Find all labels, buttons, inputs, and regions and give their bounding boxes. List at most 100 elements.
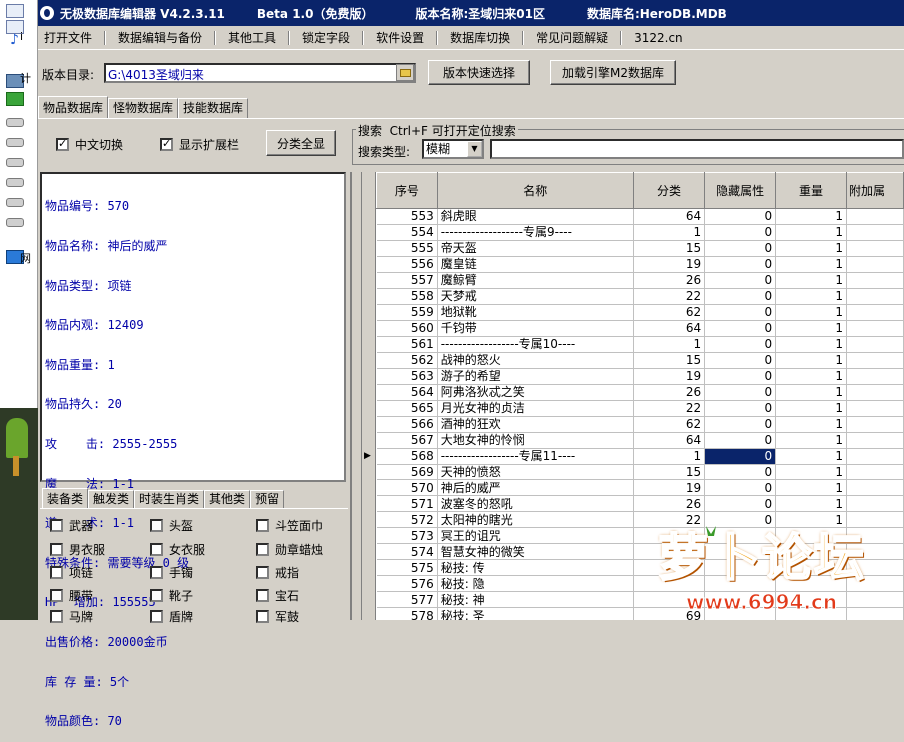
grid-scrollbar[interactable] xyxy=(352,172,362,620)
cell-weight[interactable]: 1 xyxy=(775,384,847,401)
cell-weight[interactable]: 1 xyxy=(775,416,847,433)
cell-id[interactable]: 555 xyxy=(376,240,438,257)
menu-website[interactable]: 3122.cn xyxy=(630,28,687,48)
tab-skill-database[interactable]: 技能数据库 xyxy=(178,98,249,118)
cell-weight[interactable]: 1 xyxy=(775,400,847,417)
cell-weight[interactable]: 1 xyxy=(775,288,847,305)
network-icon[interactable] xyxy=(6,92,24,106)
cell-class[interactable]: 1 xyxy=(633,448,706,465)
cell-hidden-attr[interactable]: 0 xyxy=(704,224,777,241)
tab-other[interactable]: 其他类 xyxy=(204,490,251,508)
cell-class[interactable]: 19 xyxy=(633,368,706,385)
cell-weight[interactable]: 1 xyxy=(775,448,847,465)
cell-class[interactable]: 64 xyxy=(633,320,706,337)
category-shield[interactable]: 盾牌 xyxy=(150,608,193,625)
cell-class[interactable]: 64 xyxy=(633,432,706,449)
cell-class[interactable]: 1 xyxy=(633,224,706,241)
cell-extra-attr[interactable] xyxy=(846,432,904,449)
cell-id[interactable]: 573 xyxy=(376,527,438,545)
cell-name[interactable]: 神后的威严 xyxy=(437,479,634,497)
cell-extra-attr[interactable] xyxy=(846,272,904,289)
cell-hidden-attr[interactable]: 0 xyxy=(704,448,777,465)
cell-weight[interactable]: 1 xyxy=(775,272,847,289)
cell-name[interactable]: 斜虎眼 xyxy=(437,208,634,225)
category-war-drum[interactable]: 军鼓 xyxy=(256,608,299,625)
category-checkbox[interactable] xyxy=(150,566,163,579)
table-row[interactable]: 569 天神的愤怒 15 0 1 xyxy=(376,464,904,481)
category-female-clothes[interactable]: 女衣服 xyxy=(150,541,205,558)
column-header-name[interactable]: 名称 xyxy=(436,172,634,209)
cell-extra-attr[interactable] xyxy=(846,384,904,401)
cell-extra-attr[interactable] xyxy=(846,448,904,465)
cell-extra-attr[interactable] xyxy=(846,464,904,481)
cell-name[interactable]: 秘技: 隐 xyxy=(437,575,634,593)
category-ring[interactable]: 戒指 xyxy=(256,564,299,581)
cell-hidden-attr[interactable]: 0 xyxy=(704,240,777,257)
table-row[interactable]: 570 神后的威严 19 0 1 xyxy=(376,479,904,497)
column-header-hidden-attr[interactable]: 隐藏属性 xyxy=(704,172,777,209)
cell-hidden-attr[interactable]: 0 xyxy=(704,208,777,225)
cell-id[interactable]: 559 xyxy=(376,304,438,321)
category-bracelet[interactable]: 手镯 xyxy=(150,564,193,581)
cell-weight[interactable]: 1 xyxy=(775,256,847,273)
cell-extra-attr[interactable] xyxy=(846,240,904,257)
category-checkbox[interactable] xyxy=(150,519,163,532)
cell-name[interactable]: 秘技: 传 xyxy=(437,559,634,577)
cell-id[interactable]: 570 xyxy=(376,479,438,497)
cell-id[interactable]: 575 xyxy=(376,559,438,577)
cell-id[interactable]: 560 xyxy=(376,320,438,337)
cell-hidden-attr[interactable]: 0 xyxy=(704,272,777,289)
cell-id[interactable]: 563 xyxy=(376,368,438,385)
cell-extra-attr[interactable] xyxy=(846,304,904,321)
table-row[interactable]: 564 阿弗洛狄忒之笑 26 0 1 xyxy=(376,384,904,401)
cell-id[interactable]: 578 xyxy=(376,607,438,620)
category-checkbox[interactable] xyxy=(150,610,163,623)
table-row[interactable]: 553 斜虎眼 64 0 1 xyxy=(376,208,904,225)
cell-name[interactable]: ------------------专属11---- xyxy=(437,448,634,465)
cell-weight[interactable]: 1 xyxy=(775,320,847,337)
cell-extra-attr[interactable] xyxy=(846,224,904,241)
category-checkbox[interactable] xyxy=(150,543,163,556)
cell-hidden-attr[interactable]: 0 xyxy=(704,256,777,273)
chinese-toggle-checkbox[interactable] xyxy=(56,137,69,151)
cell-name[interactable]: 太阳神的瞎光 xyxy=(437,511,634,529)
table-row[interactable]: 563 游子的希望 19 0 1 xyxy=(376,368,904,385)
category-checkbox[interactable] xyxy=(150,589,163,602)
cell-class[interactable]: 22 xyxy=(633,288,706,305)
app-icon[interactable] xyxy=(40,6,54,20)
category-male-clothes[interactable]: 男衣服 xyxy=(50,541,105,558)
drive-icon[interactable] xyxy=(6,218,24,227)
cell-class[interactable]: 15 xyxy=(633,240,706,257)
cell-name[interactable]: 智慧女神的微笑 xyxy=(437,543,634,561)
table-row[interactable]: 566 酒神的狂欢 62 0 1 xyxy=(376,416,904,433)
menu-lock-fields[interactable]: 锁定字段 xyxy=(298,28,354,48)
cell-name[interactable]: ------------------专属10---- xyxy=(437,336,634,353)
search-input[interactable] xyxy=(490,139,904,159)
music-icon[interactable]: ♪ xyxy=(10,33,22,47)
cell-hidden-attr[interactable]: 0 xyxy=(704,320,777,337)
category-checkbox[interactable] xyxy=(256,519,269,532)
cell-weight[interactable]: 1 xyxy=(775,304,847,321)
cell-extra-attr[interactable] xyxy=(846,320,904,337)
category-weapon[interactable]: 武器 xyxy=(50,517,93,534)
tab-monster-database[interactable]: 怪物数据库 xyxy=(108,98,179,118)
cell-id[interactable]: 565 xyxy=(376,400,438,417)
cell-hidden-attr[interactable]: 0 xyxy=(704,479,777,497)
cell-name[interactable]: 波塞冬的怒吼 xyxy=(437,495,634,513)
cell-extra-attr[interactable] xyxy=(846,288,904,305)
category-hat-mask[interactable]: 斗笠面巾 xyxy=(256,517,323,534)
cell-name[interactable]: 酒神的狂欢 xyxy=(437,416,634,433)
cell-name[interactable]: 战神的怒火 xyxy=(437,352,634,369)
cell-id[interactable]: 574 xyxy=(376,543,438,561)
column-header-weight[interactable]: 重量 xyxy=(775,172,847,209)
table-row[interactable]: 554 -------------------专属9---- 1 0 1 xyxy=(376,224,904,241)
tab-equipment[interactable]: 装备类 xyxy=(42,488,89,508)
chevron-down-icon[interactable]: ▼ xyxy=(467,141,482,157)
cell-name[interactable]: 秘技: 圣 xyxy=(437,607,634,620)
menu-software-settings[interactable]: 软件设置 xyxy=(372,28,428,48)
table-row[interactable]: 559 地狱靴 62 0 1 xyxy=(376,304,904,321)
cell-weight[interactable]: 1 xyxy=(775,336,847,353)
cell-hidden-attr[interactable]: 0 xyxy=(704,400,777,417)
category-checkbox[interactable] xyxy=(256,589,269,602)
table-row[interactable]: 558 天梦戒 22 0 1 xyxy=(376,288,904,305)
